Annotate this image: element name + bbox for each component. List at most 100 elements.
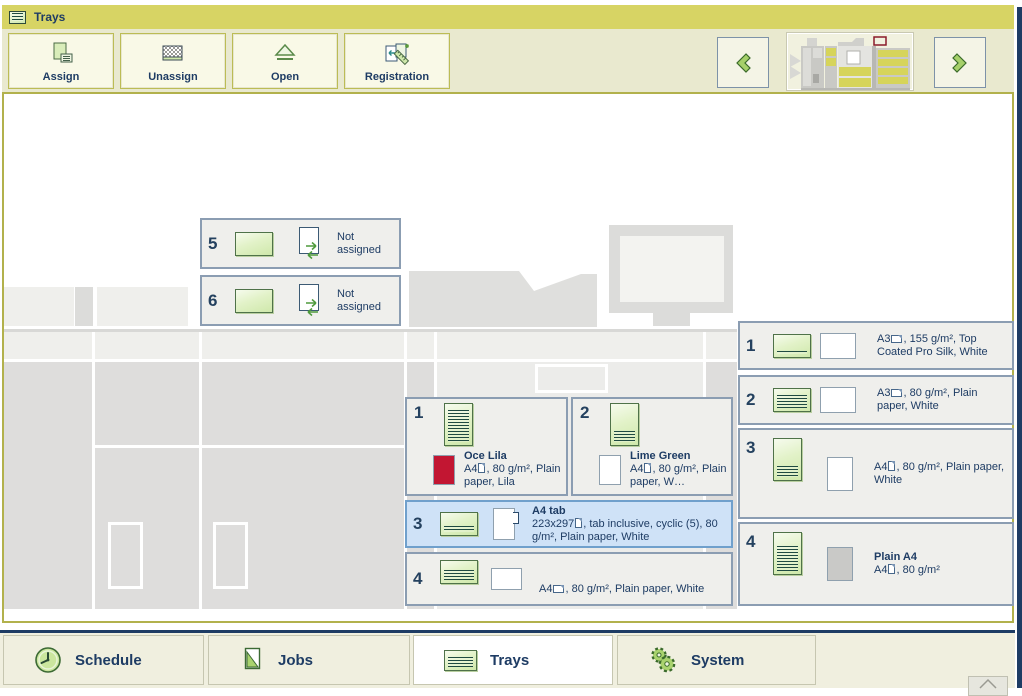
center-tray-1[interactable]: 1 Oce Lila A4, 80 g/m², Plain paper, Lil… [405,397,568,496]
tab-trays-label: Trays [490,652,529,669]
tray-level-icon [444,403,473,446]
open-button[interactable]: Open [232,33,338,89]
assign-button[interactable]: Assign [8,33,114,89]
tray-level-icon [610,403,639,446]
diagram-block [202,332,404,359]
scroll-up-button[interactable] [968,676,1008,696]
tab-jobs[interactable]: Jobs [208,635,410,685]
diagram-monitor-screen [620,236,724,302]
tab-schedule[interactable]: Schedule [3,635,204,685]
paper-orientation-icon [888,564,895,574]
unassign-button[interactable]: Unassign [120,33,226,89]
tray-number: 5 [208,234,226,254]
printer-diagram-area: 5 Not assigned 6 Not assigned [2,94,1014,623]
media-color-swatch [599,455,621,485]
chevron-right-icon [948,51,972,75]
tray-number: 3 [413,514,431,534]
paper-orientation-icon [575,518,582,528]
diagram-block [95,332,199,359]
tray-status: Not assigned [337,231,393,257]
media-info: Oce Lila A4, 80 g/m², Plain paper, Lila [464,450,566,489]
tab-system[interactable]: System [617,635,816,685]
media-info: A4, 80 g/m², Plain paper, White [539,583,725,596]
right-tray-4[interactable]: 4 Plain A4 A4, 80 g/m² [738,522,1014,606]
tray-icon [9,11,26,24]
tray-level-icon [440,560,478,584]
media-info: Plain A4 A4, 80 g/m² [874,551,1006,577]
media-name: Oce Lila [464,450,566,463]
tray-level-icon [773,388,811,412]
tray-number: 2 [746,390,764,410]
diagram-window [108,522,143,589]
media-color-swatch [491,568,522,590]
right-tray-3[interactable]: 3 A4, 80 g/m², Plain paper, White [738,428,1014,519]
next-view-button[interactable] [934,37,986,88]
tray-level-icon [773,334,811,358]
not-assigned-icon [296,225,328,263]
tab-bar: Schedule Jobs Trays System [0,633,1015,688]
diagram-notched-block [409,271,597,327]
jobs-document-icon [239,646,265,674]
media-color-swatch [493,508,515,540]
tab-system-label: System [691,652,744,669]
tab-trays[interactable]: Trays [413,635,613,685]
registration-button-label: Registration [365,71,429,83]
registration-button[interactable]: Registration [344,33,450,89]
diagram-monitor-stand [653,313,690,326]
paper-orientation-icon [553,585,564,593]
tray-number: 4 [413,569,431,589]
diagram-block [437,332,703,359]
clock-icon [34,646,62,674]
unassign-icon [159,39,187,69]
paper-orientation-icon [644,463,651,473]
media-color-swatch [827,547,853,581]
paper-orientation-icon [888,461,895,471]
title-bar: Trays [2,5,1014,29]
gears-icon [648,645,678,675]
printer-thumbnail-graphic [788,36,912,90]
media-color-swatch [820,387,856,413]
toolbar: Assign Unassign [2,29,1014,94]
tray-icon [444,650,477,671]
open-button-label: Open [271,71,299,83]
paper-orientation-icon [478,463,485,473]
tray-number: 2 [580,403,598,423]
center-tray-2[interactable]: 2 Lime Green A4, 80 g/m², Plain paper, W… [571,397,733,496]
right-tray-2[interactable]: 2 A3, 80 g/m², Plain paper, White [738,375,1014,425]
chevron-left-icon [731,51,755,75]
tray-number: 6 [208,291,226,311]
printer-overview-thumbnail[interactable] [786,32,914,91]
right-tray-1[interactable]: 1 A3, 155 g/m², Top Coated Pro Silk, Whi… [738,321,1014,370]
diagram-block [97,287,188,326]
media-color-swatch [820,333,856,359]
tray-level-icon [773,438,802,481]
tray-level-icon [235,289,273,313]
diagram-window [213,522,248,589]
tab-schedule-label: Schedule [75,652,142,669]
tray-level-icon [235,232,273,256]
media-info: A3, 155 g/m², Top Coated Pro Silk, White [877,333,1006,359]
trays-application-window: Trays Assign [0,0,1022,688]
media-name: Lime Green [630,450,731,463]
center-tray-4[interactable]: 4 A4, 80 g/m², Plain paper, White [405,552,733,606]
unassign-button-label: Unassign [148,71,198,83]
media-info: A3, 80 g/m², Plain paper, White [877,387,1006,413]
tray-number: 3 [746,438,764,458]
diagram-block [4,287,74,326]
diagram-window [535,364,608,393]
media-color-swatch [827,457,853,491]
media-name: Plain A4 [874,551,1006,564]
media-color-swatch [433,455,455,485]
diagram-block [75,287,93,326]
diagram-block [706,332,737,359]
diagram-block [4,332,92,359]
media-info: Lime Green A4, 80 g/m², Plain paper, W… [630,450,731,489]
paper-orientation-icon [891,335,902,343]
center-tray-3[interactable]: 3 A4 tab 223x297, tab inclusive, cyclic … [405,500,733,548]
chevron-up-icon [977,677,999,691]
previous-view-button[interactable] [717,37,769,88]
tray-level-icon [773,532,802,575]
open-eject-icon [271,39,299,69]
tray-row-6[interactable]: 6 Not assigned [200,275,401,326]
tray-row-5[interactable]: 5 Not assigned [200,218,401,269]
